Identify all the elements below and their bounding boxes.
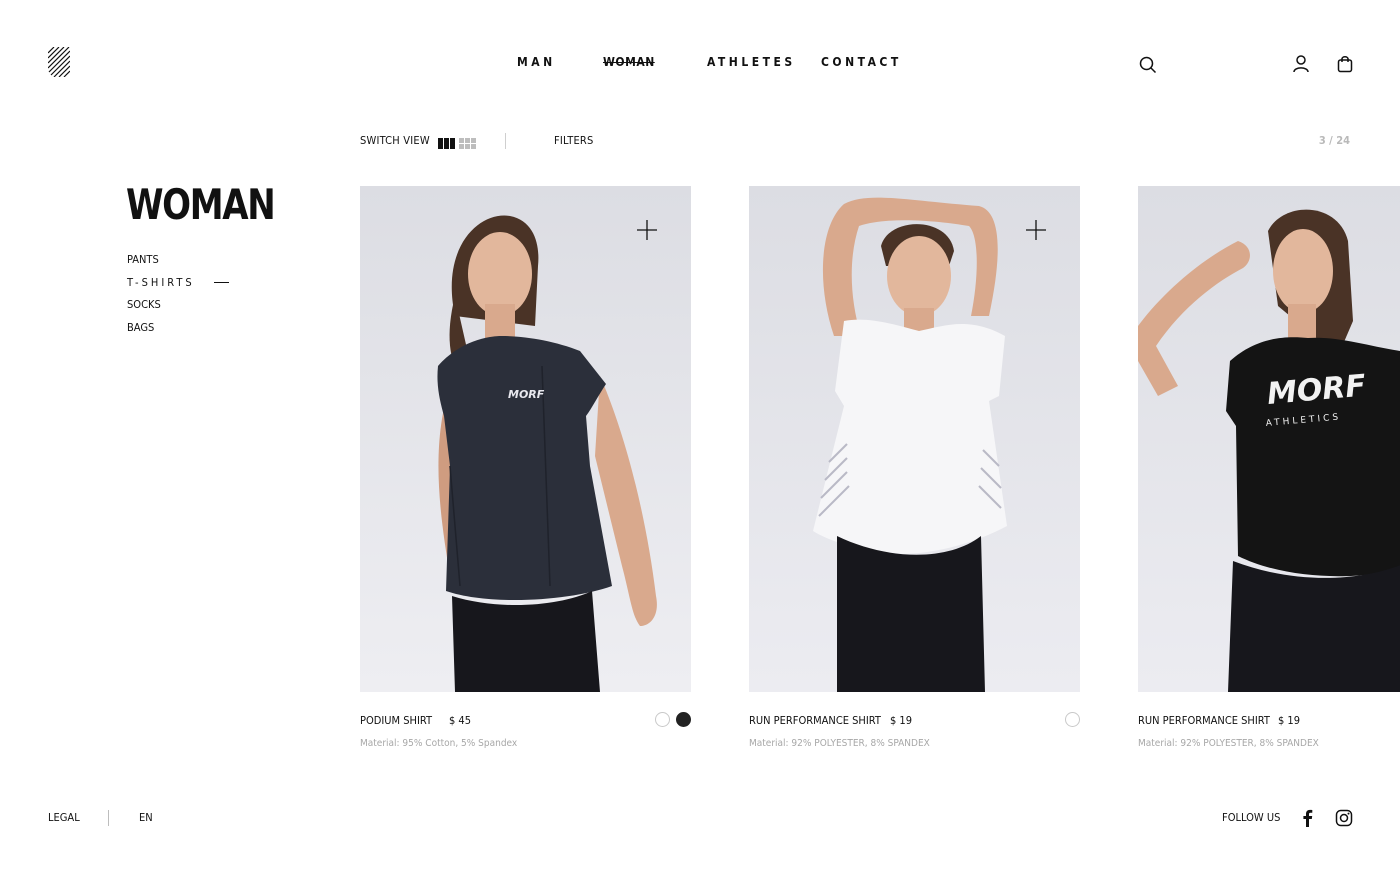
legal-link[interactable]: LEGAL [48, 811, 80, 824]
product-name[interactable]: RUN PERFORMANCE SHIRT [749, 714, 881, 727]
view-small-grid-button[interactable] [459, 136, 476, 149]
nav-item-man[interactable]: MAN [517, 55, 556, 69]
category-label: T-SHIRTS [127, 275, 195, 289]
shirt-logo: MORF [508, 388, 545, 401]
product-material: Material: 92% POLYESTER, 8% SPANDEX [1138, 738, 1319, 749]
active-indicator [214, 281, 229, 283]
toolbar-divider [505, 133, 506, 149]
swatch-white[interactable] [655, 712, 670, 727]
category-list: PANTS T-SHIRTS SOCKS BAGS [127, 252, 237, 342]
nav-item-athletes[interactable]: ATHLETES [707, 55, 796, 69]
product-card[interactable]: MORF PODIUM SHIRT $ 45 Material: 95% Cot… [360, 186, 691, 749]
model-photo: MORF ATHLETICS [1138, 186, 1400, 692]
follow-us-label: FOLLOW US [1222, 811, 1281, 824]
main-nav: MAN WOMAN ATHLETES CONTACT [0, 55, 1400, 73]
color-swatches [1065, 712, 1080, 727]
product-card[interactable]: MORF ATHLETICS RUN PERFORMANCE SHIRT $ 1… [1138, 186, 1400, 749]
color-swatches [655, 712, 691, 727]
category-bags[interactable]: BAGS [127, 320, 237, 343]
search-icon [1139, 56, 1157, 74]
cart-button[interactable] [1335, 54, 1355, 74]
view-large-grid-button[interactable] [438, 136, 455, 149]
model-photo [749, 186, 1080, 692]
nav-item-woman[interactable]: WOMAN [603, 55, 655, 69]
product-price: $ 45 [449, 714, 472, 727]
shopping-bag-icon [1337, 56, 1353, 73]
product-material: Material: 95% Cotton, 5% Spandex [360, 738, 518, 749]
product-image[interactable]: MORF ATHLETICS [1138, 186, 1400, 692]
grid-6-icon [459, 138, 476, 149]
product-material: Material: 92% POLYESTER, 8% SPANDEX [749, 738, 930, 749]
instagram-icon [1335, 809, 1353, 827]
product-image[interactable] [749, 186, 1080, 692]
product-card[interactable]: RUN PERFORMANCE SHIRT $ 19 Material: 92%… [749, 186, 1080, 749]
account-button[interactable] [1291, 54, 1311, 74]
product-price: $ 19 [1278, 714, 1301, 727]
facebook-icon [1303, 809, 1313, 827]
category-t-shirts[interactable]: T-SHIRTS [127, 275, 237, 298]
category-pants[interactable]: PANTS [127, 252, 237, 275]
listing-toolbar: SWITCH VIEW FILTERS 3 / 24 [360, 133, 1360, 151]
switch-view-label: SWITCH VIEW [360, 134, 430, 147]
product-name[interactable]: PODIUM SHIRT [360, 714, 432, 727]
footer-divider [108, 810, 109, 826]
category-label: PANTS [127, 253, 159, 266]
page-title: WOMAN [126, 180, 276, 229]
category-label: BAGS [127, 320, 155, 334]
category-socks[interactable]: SOCKS [127, 297, 237, 320]
instagram-link[interactable] [1334, 808, 1354, 828]
swatch-white[interactable] [1065, 712, 1080, 727]
product-price: $ 19 [890, 714, 913, 727]
add-to-cart-button[interactable] [1026, 220, 1046, 240]
facebook-link[interactable] [1298, 808, 1318, 828]
search-button[interactable] [1138, 55, 1158, 75]
model-photo: MORF [360, 186, 691, 692]
language-selector[interactable]: EN [139, 811, 153, 824]
filters-button[interactable]: FILTERS [554, 134, 593, 147]
add-to-cart-button[interactable] [637, 220, 657, 240]
pager: 3 / 24 [1318, 134, 1350, 147]
product-name[interactable]: RUN PERFORMANCE SHIRT [1138, 714, 1270, 727]
swatch-black[interactable] [676, 712, 691, 727]
category-label: SOCKS [127, 298, 161, 311]
plus-icon [1026, 220, 1046, 240]
nav-item-contact[interactable]: CONTACT [821, 55, 902, 69]
user-icon [1293, 55, 1309, 73]
grid-3-icon [438, 138, 455, 149]
product-image[interactable]: MORF [360, 186, 691, 692]
plus-icon [637, 220, 657, 240]
